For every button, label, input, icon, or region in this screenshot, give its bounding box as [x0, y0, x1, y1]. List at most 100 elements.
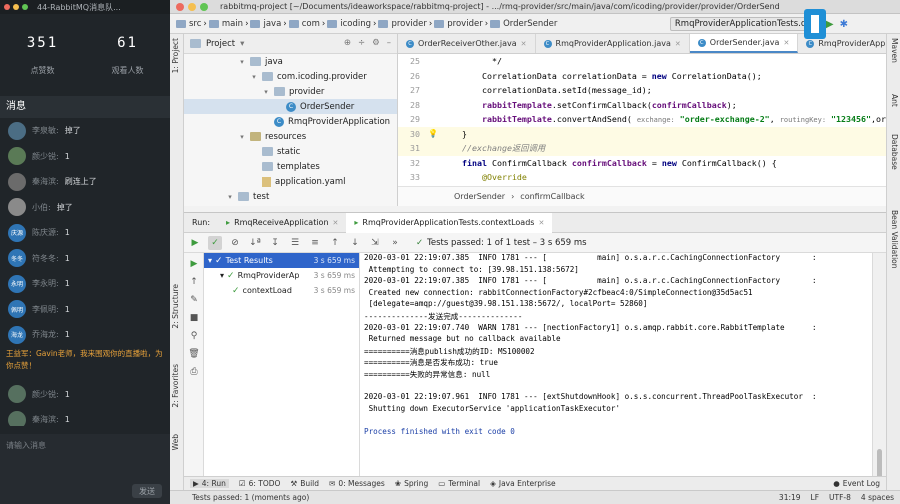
ide-minimize-button[interactable]	[188, 2, 196, 11]
zoom-window-button[interactable]	[22, 4, 28, 10]
breadcrumb-item[interactable]: main	[208, 19, 243, 29]
rerun-icon[interactable]: ▶	[188, 236, 202, 250]
gear-icon[interactable]: ⚙	[372, 38, 380, 48]
close-icon[interactable]: ✕	[538, 219, 544, 227]
tree-item[interactable]: ▾ test	[184, 189, 397, 204]
send-button[interactable]: 发送	[132, 484, 162, 498]
bottom-tool-button[interactable]: ▭ Terminal	[438, 479, 480, 488]
lightbulb-icon[interactable]: 💡	[424, 129, 442, 138]
status-item[interactable]: 4 spaces	[861, 493, 894, 502]
test-duration: 3 s 659 ms	[313, 271, 355, 280]
wrench-icon[interactable]: ✎	[187, 293, 201, 307]
tree-item[interactable]: ▾ com.icoding.provider	[184, 69, 397, 84]
tool-window-tab[interactable]: 2: Structure	[171, 284, 180, 329]
console-scrollbar[interactable]	[872, 253, 886, 491]
show-ignored-icon[interactable]: ⊘	[228, 236, 242, 250]
console-output[interactable]: 2020-03-01 22:19:07.385 INFO 1781 --- [ …	[360, 253, 870, 491]
event-log-button[interactable]: ● Event Log	[833, 479, 880, 488]
project-view-select[interactable]: Project	[206, 39, 235, 49]
code-area[interactable]: 25 */26 CorrelationData correlationData …	[398, 54, 886, 197]
close-icon[interactable]: ✕	[521, 40, 527, 48]
stop-icon[interactable]: ■	[187, 311, 201, 325]
ide-zoom-button[interactable]	[200, 2, 208, 11]
editor-tab[interactable]: C OrderSender.java ✕	[689, 34, 799, 53]
tree-item[interactable]: C RmqProviderApplication	[184, 114, 397, 129]
sort-alpha-icon[interactable]: ↓ª	[248, 236, 262, 250]
expand-all-icon[interactable]: ☰	[288, 236, 302, 250]
status-item[interactable]: UTF-8	[829, 493, 851, 502]
bottom-tool-button[interactable]: ◈ Java Enterprise	[490, 479, 556, 488]
expand-arrow-icon[interactable]: ▾	[220, 271, 224, 280]
expand-arrow-icon[interactable]: ▾	[238, 133, 246, 141]
tool-window-tab[interactable]: Database	[890, 134, 899, 170]
expand-arrow-icon[interactable]: ▾	[238, 58, 246, 66]
editor-tab[interactable]: C RmqProviderApplication.java ✕	[536, 34, 690, 53]
close-icon[interactable]: ✕	[783, 39, 789, 47]
prev-failed-icon[interactable]: ↑	[328, 236, 342, 250]
test-tree-item[interactable]: ▾ ✓ RmqProviderAp 3 s 659 ms	[204, 268, 359, 283]
tool-window-tab[interactable]: Ant	[890, 94, 899, 107]
show-passed-icon[interactable]: ✓	[208, 235, 222, 250]
breadcrumb-item[interactable]: com	[288, 19, 320, 29]
print-icon[interactable]: ⎙	[187, 365, 201, 379]
locate-icon[interactable]: ⊕	[344, 38, 351, 48]
chevron-down-icon[interactable]: ▾	[240, 39, 244, 49]
close-icon[interactable]: ✕	[333, 219, 339, 227]
bottom-tool-button[interactable]: ☑ 6: TODO	[239, 479, 281, 488]
status-item[interactable]: 31:19	[779, 493, 801, 502]
expand-arrow-icon[interactable]: ▾	[262, 88, 270, 96]
expand-arrow-icon[interactable]: ▾	[226, 193, 234, 201]
message-input[interactable]: 请输入消息 发送	[0, 434, 170, 504]
tree-item[interactable]: C OrderSender	[184, 99, 397, 114]
test-tree-item[interactable]: ▾ ✓ Test Results 3 s 659 ms	[204, 253, 359, 268]
rerun-side-icon[interactable]: ▶	[187, 257, 201, 271]
close-icon[interactable]: ✕	[675, 40, 681, 48]
trash-icon[interactable]: 🗑	[187, 347, 201, 361]
tree-item[interactable]: ▾ java	[184, 54, 397, 69]
minimize-window-button[interactable]	[13, 4, 19, 10]
tree-item[interactable]: ▾ provider	[184, 84, 397, 99]
editor-tab[interactable]: C OrderReceiverOther.java ✕	[398, 34, 536, 53]
tool-window-tab[interactable]: 2: Favorites	[171, 364, 180, 408]
export-icon[interactable]: ⇲	[368, 236, 382, 250]
sort-duration-icon[interactable]: ↧	[268, 236, 282, 250]
status-item[interactable]: LF	[811, 493, 820, 502]
collapse-all-icon[interactable]: ≡	[308, 236, 322, 250]
scrollbar-thumb[interactable]	[877, 449, 882, 479]
breadcrumb-item[interactable]: src	[176, 19, 201, 29]
pin-icon[interactable]: ⚲	[187, 329, 201, 343]
code-breadcrumb-item[interactable]: confirmCallback	[520, 192, 584, 201]
right-tool-strip: Maven Ant Database Bean Validation	[886, 34, 900, 490]
up-icon[interactable]: ↑	[187, 275, 201, 289]
breadcrumb-item[interactable]: provider	[378, 19, 427, 29]
tool-window-tab[interactable]: Web	[171, 434, 180, 450]
breadcrumb-item[interactable]: OrderSender	[490, 19, 557, 29]
breadcrumb-item[interactable]: icoding	[327, 19, 371, 29]
code-text: rabbitTemplate.convertAndSend( exchange:…	[481, 114, 886, 125]
bottom-tool-button[interactable]: ⚒ Build	[290, 479, 319, 488]
tree-item[interactable]: ▾ resources	[184, 129, 397, 144]
tree-item[interactable]: application.yaml	[184, 174, 397, 189]
bottom-tool-button[interactable]: ✉ 0: Messages	[329, 479, 385, 488]
run-tab[interactable]: ▸ RmqProviderApplicationTests.contextLoad…	[346, 212, 553, 233]
bottom-tool-button[interactable]: ❀ Spring	[395, 479, 429, 488]
code-breadcrumb-item[interactable]: OrderSender	[454, 192, 505, 201]
breadcrumb-item[interactable]: java	[250, 19, 281, 29]
run-configuration-select[interactable]: RmqProviderApplicationTests.contextLoads	[669, 17, 820, 31]
tree-item[interactable]: templates	[184, 159, 397, 174]
bottom-tool-button[interactable]: ▶ 4: Run	[190, 479, 229, 488]
next-failed-icon[interactable]: ↓	[348, 236, 362, 250]
ide-close-button[interactable]	[176, 2, 184, 11]
tool-window-tab[interactable]: Bean Validation	[890, 210, 899, 269]
run-tab[interactable]: ▸ RmqReceiveApplication ✕	[218, 213, 346, 233]
test-tree-item[interactable]: ✓ contextLoad 3 s 659 ms	[204, 283, 359, 298]
expand-arrow-icon[interactable]: ▾	[208, 256, 212, 265]
more-icon[interactable]: »	[388, 236, 402, 250]
hide-icon[interactable]: –	[387, 38, 391, 48]
tree-item[interactable]: static	[184, 144, 397, 159]
expand-arrow-icon[interactable]: ▾	[250, 73, 258, 81]
collapse-icon[interactable]: ÷	[358, 38, 365, 48]
breadcrumb-item[interactable]: provider	[434, 19, 483, 29]
tool-window-tab[interactable]: 1: Project	[171, 38, 180, 73]
close-window-button[interactable]	[4, 4, 10, 10]
